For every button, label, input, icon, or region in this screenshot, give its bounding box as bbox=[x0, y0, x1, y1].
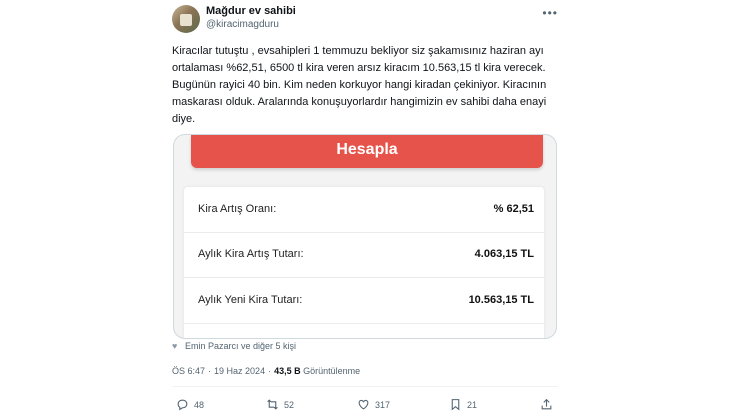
tweet: Mağdur ev sahibi @kiracimagduru ••• Kira… bbox=[172, 0, 558, 420]
result-value: 4.063,15 TL bbox=[474, 248, 534, 260]
result-label: Aylık Kira Artış Tutarı: bbox=[198, 248, 304, 260]
retweet-count: 52 bbox=[284, 399, 295, 410]
action-bar: 48 52 317 21 bbox=[172, 398, 558, 414]
bookmark-icon bbox=[451, 399, 460, 411]
reply-icon bbox=[177, 399, 188, 411]
tweet-time[interactable]: ÖS 6:47 bbox=[172, 366, 205, 376]
tweet-meta: ÖS 6:47 · 19 Haz 2024 · 43,5 B Görüntülenme bbox=[172, 366, 361, 376]
reply-button[interactable]: 48 bbox=[176, 398, 204, 411]
author-display-name[interactable]: Mağdur ev sahibi bbox=[206, 5, 296, 17]
result-label: Kira Artış Oranı: bbox=[198, 203, 277, 215]
more-icon[interactable]: ••• bbox=[542, 6, 558, 20]
result-value: % 62,51 bbox=[493, 203, 534, 215]
tweet-image-card[interactable]: Hesapla Kira Artış Oranı: % 62,51 Aylık … bbox=[173, 134, 557, 339]
like-count: 317 bbox=[375, 399, 391, 410]
result-row: Aylık Yeni Kira Tutarı: 10.563,15 TL bbox=[184, 278, 544, 324]
share-icon bbox=[541, 398, 552, 410]
retweet-button[interactable]: 52 bbox=[266, 398, 294, 411]
tweet-date[interactable]: 19 Haz 2024 bbox=[214, 366, 265, 376]
liked-by[interactable]: ♥ Emin Pazarcı ve diğer 5 kişi bbox=[172, 341, 296, 351]
result-label: Aylık Yeni Kira Tutarı: bbox=[198, 294, 303, 306]
liked-by-text: Emin Pazarcı ve diğer 5 kişi bbox=[185, 341, 297, 351]
results-panel: Kira Artış Oranı: % 62,51 Aylık Kira Art… bbox=[184, 187, 544, 338]
hesapla-button: Hesapla bbox=[191, 135, 543, 168]
result-value: 10.563,15 TL bbox=[468, 294, 534, 306]
bookmark-count: 21 bbox=[467, 399, 478, 410]
divider bbox=[172, 386, 558, 387]
views-label: Görüntülenme bbox=[303, 366, 361, 376]
reply-count: 48 bbox=[194, 399, 205, 410]
bookmark-button[interactable]: 21 bbox=[449, 398, 477, 411]
result-row: Aylık Kira Artış Tutarı: 4.063,15 TL bbox=[184, 232, 544, 278]
author-handle[interactable]: @kiracimagduru bbox=[206, 19, 279, 30]
like-button[interactable]: 317 bbox=[357, 398, 390, 411]
views-count: 43,5 B bbox=[274, 366, 301, 376]
like-icon bbox=[358, 399, 369, 410]
retweet-icon bbox=[267, 399, 278, 410]
avatar[interactable] bbox=[172, 5, 200, 33]
share-button[interactable] bbox=[540, 398, 553, 411]
tweet-text: Kiracılar tutuştu , evsahipleri 1 temmuz… bbox=[172, 45, 547, 125]
heart-icon: ♥ bbox=[172, 341, 178, 351]
result-row: Kira Artış Oranı: % 62,51 bbox=[184, 187, 544, 233]
